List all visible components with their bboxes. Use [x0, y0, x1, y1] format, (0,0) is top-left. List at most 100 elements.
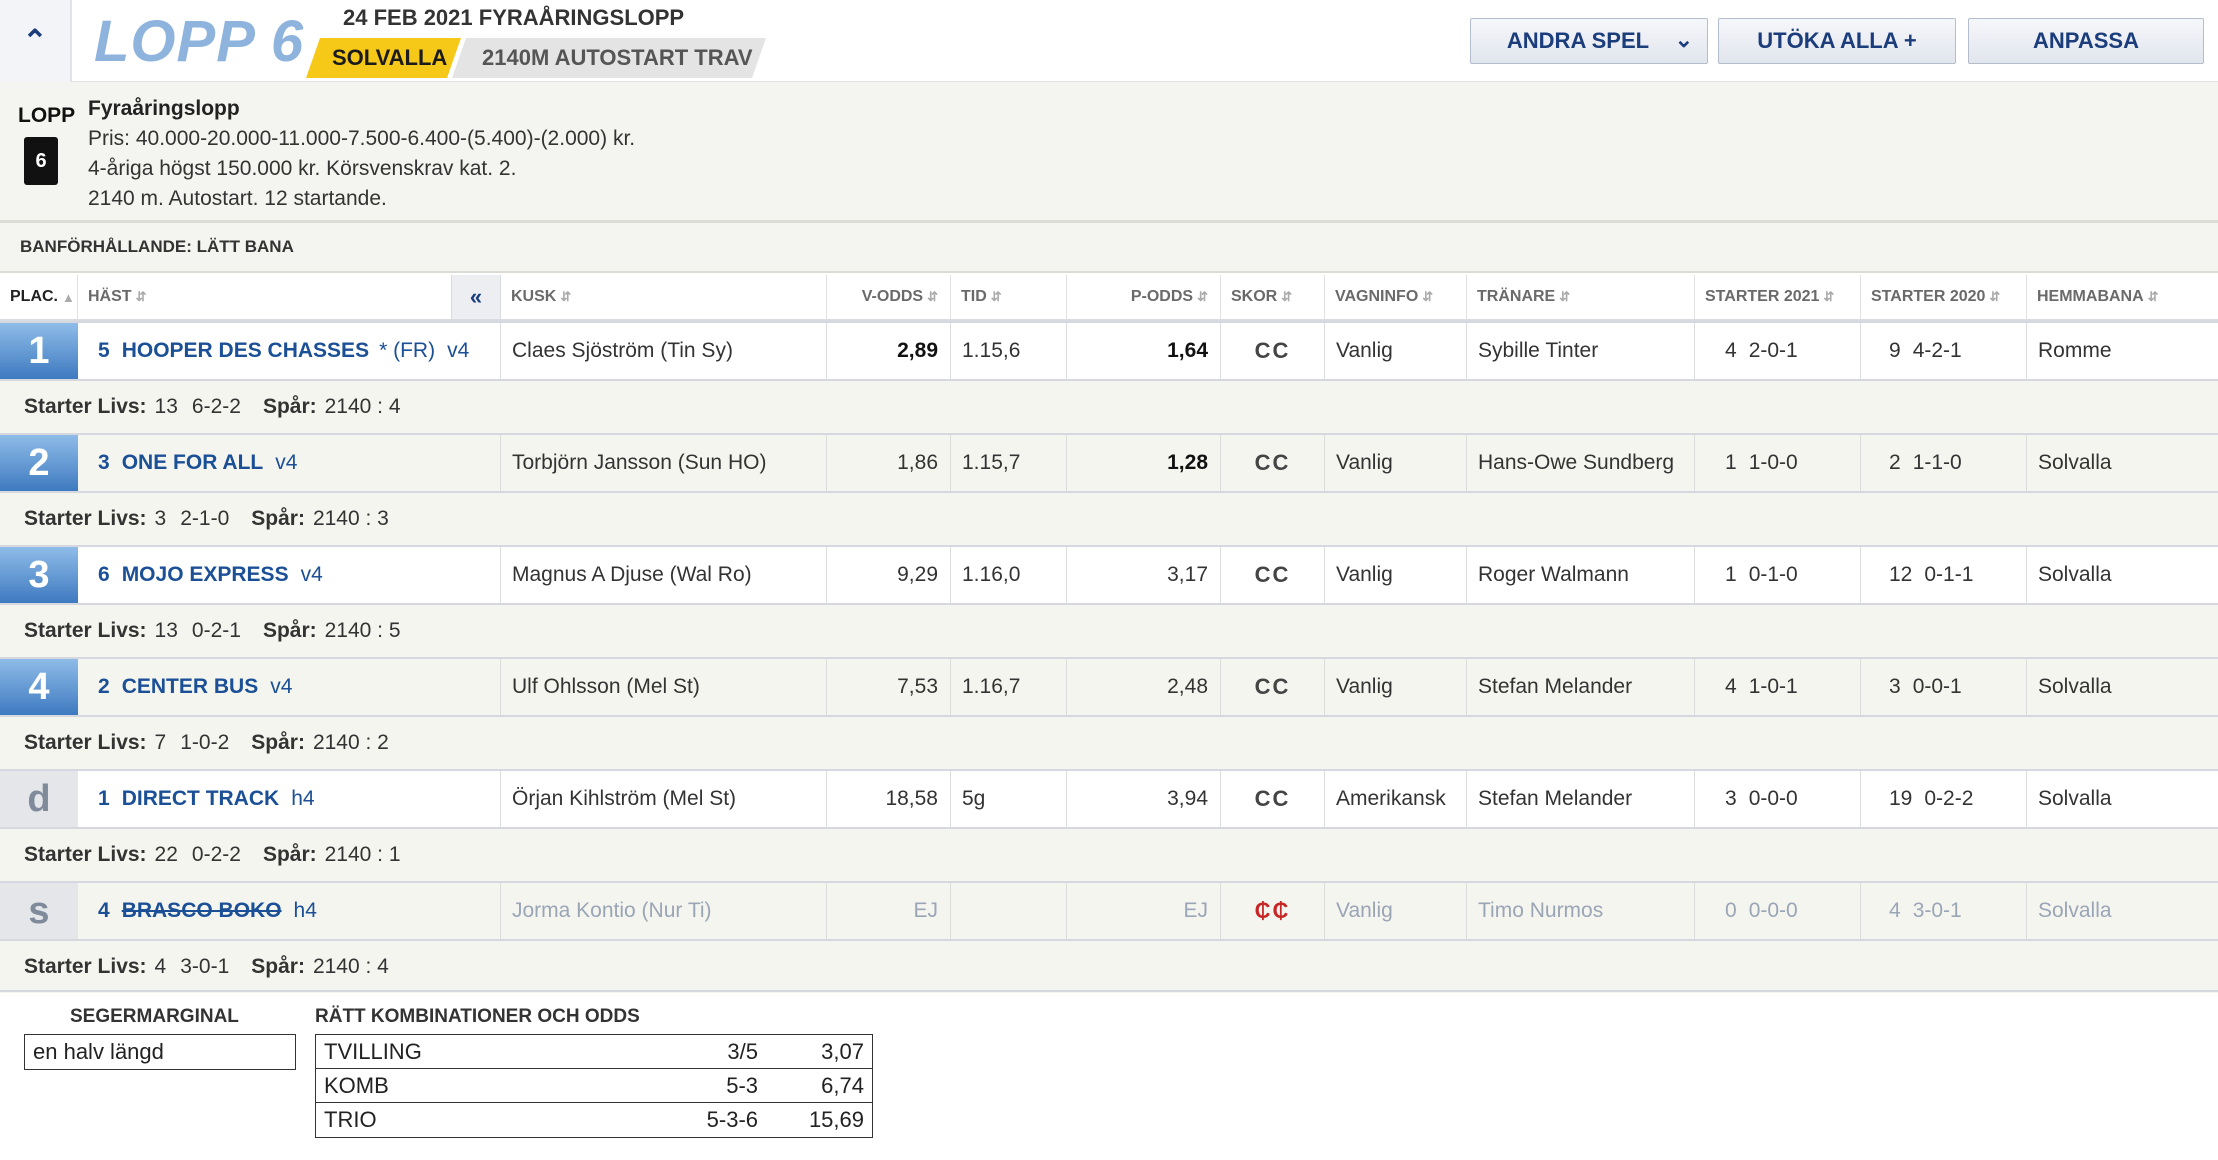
starter-livs-label: Starter Livs: [24, 955, 147, 978]
sort-icon: ⇵ [1559, 289, 1571, 304]
trainer-cell: Timo Nurmos [1467, 883, 1695, 939]
combo-row: KOMB 5-3 6,74 [316, 1069, 872, 1103]
horse-link[interactable]: 4 BRASCO BOKO h4 [78, 883, 501, 939]
col-kusk[interactable]: KUSK ⇵ [501, 275, 827, 319]
col-p-odds[interactable]: P-ODDS ⇵ [1067, 275, 1221, 319]
home-track-cell: Romme [2038, 339, 2112, 362]
sort-icon: ⇵ [1422, 289, 1434, 304]
start-number: 6 [98, 563, 110, 586]
post-position: 2140 : 4 [324, 395, 401, 418]
lifetime-starts: 22 [154, 843, 178, 866]
row-details: Starter Livs: 4 3-0-1 Spår: 2140 : 4 [0, 941, 2218, 993]
track-badge: SOLVALLA [306, 38, 461, 78]
driver-cell: Magnus A Djuse (Wal Ro) [501, 547, 827, 603]
col-tranare[interactable]: TRÄNARE ⇵ [1467, 275, 1695, 319]
col-plac[interactable]: PLAC. ▲ [0, 275, 78, 319]
table-row[interactable]: 2 3 ONE FOR ALL v4 Torbjörn Jansson (Sun HO)… [0, 433, 2218, 493]
lifetime-record: 1-0-2 [180, 731, 230, 754]
driver-cell: Torbjörn Jansson (Sun HO) [501, 435, 827, 491]
shoes-cell: CC [1221, 547, 1325, 603]
starter-livs-label: Starter Livs: [24, 731, 147, 754]
starts-2021-count: 1 [1725, 451, 1737, 474]
spacer-cell [451, 771, 501, 827]
spar-label: Spår: [262, 619, 317, 642]
race-description: Fyraåringslopp Pris: 40.000-20.000-11.00… [88, 94, 635, 214]
starts-2021-record: 0-0-0 [1748, 787, 1798, 810]
starts-2020-count: 9 [1889, 339, 1901, 362]
shoes-cell: CC [1221, 323, 1325, 379]
table-row[interactable]: 1 5 HOOPER DES CHASSES * (FR) v4 Claes Sjöstr… [0, 321, 2218, 381]
col-skor[interactable]: SKOR ⇵ [1221, 275, 1325, 319]
horse-link[interactable]: 2 CENTER BUS v4 [78, 659, 501, 715]
prize-line: Pris: 40.000-20.000-11.000-7.500-6.400-(… [88, 127, 636, 150]
race-name: 24 FEB 2021 FYRAÅRINGSLOPP [343, 5, 685, 30]
table-row[interactable]: d 1 DIRECT TRACK h4 Örjan Kihlström (Mel St)… [0, 769, 2218, 829]
combo-type: TRIO [324, 1107, 377, 1132]
v-odds-cell: 9,29 [827, 547, 951, 603]
andra-spel-button[interactable]: ANDRA SPEL ⌄ [1470, 18, 1708, 64]
sulky-cell: Vanlig [1325, 323, 1467, 379]
col-vagninfo[interactable]: VAGNINFO ⇵ [1325, 275, 1467, 319]
horse-link[interactable]: 6 MOJO EXPRESS v4 [78, 547, 501, 603]
p-odds-cell: 1,64 [1067, 323, 1221, 379]
starts-2020-count: 19 [1889, 787, 1913, 810]
horse-link[interactable]: 1 DIRECT TRACK h4 [78, 771, 501, 827]
col-starter-2021-label: STARTER 2021 [1705, 288, 1820, 305]
lifetime-starts: 3 [154, 507, 167, 530]
lifetime-record: 0-2-1 [191, 619, 241, 642]
horse-link[interactable]: 5 HOOPER DES CHASSES * (FR) v4 [78, 323, 501, 379]
placement-badge: s [0, 883, 78, 939]
col-v-odds[interactable]: V-ODDS ⇵ [827, 275, 951, 319]
post-position: 2140 : 1 [324, 843, 401, 866]
col-hemmabana[interactable]: HEMMABANA ⇵ [2027, 275, 2218, 319]
col-hemmabana-label: HEMMABANA [2037, 288, 2144, 305]
andra-spel-label: ANDRA SPEL [1506, 28, 1650, 53]
sort-icon: ▲ [62, 289, 75, 305]
spar-label: Spår: [251, 507, 305, 530]
spacer-cell [451, 435, 501, 491]
horse-link[interactable]: 3 ONE FOR ALL v4 [78, 435, 501, 491]
col-tid[interactable]: TID ⇵ [951, 275, 1067, 319]
col-starter-2020[interactable]: STARTER 2020 ⇵ [1861, 275, 2027, 319]
col-tranare-label: TRÄNARE [1477, 288, 1556, 305]
table-row[interactable]: 3 6 MOJO EXPRESS v4 Magnus A Djuse (Wal Ro) 9… [0, 545, 2218, 605]
table-row[interactable]: s 4 BRASCO BOKO h4 Jorma Kontio (Nur Ti) EJ EJ… [0, 881, 2218, 941]
starts-2020-record: 3-0-1 [1912, 899, 1962, 922]
starts-2020-record: 1-1-0 [1912, 451, 1962, 474]
collapse-columns-button[interactable]: « [451, 275, 501, 319]
combo-row: TRIO 5-3-6 15,69 [316, 1103, 872, 1137]
col-plac-label: PLAC. [10, 288, 58, 305]
utoka-alla-button[interactable]: UTÖKA ALLA + [1718, 18, 1956, 64]
lifetime-starts: 13 [154, 395, 178, 418]
starts-2021-cell: 1 1-0-0 [1695, 435, 1861, 491]
combinations-table: TVILLING 3/5 3,07 KOMB 5-3 6,74 TRIO 5-3-6 15,… [315, 1034, 873, 1138]
lifetime-record: 6-2-2 [191, 395, 241, 418]
starter-livs-label: Starter Livs: [24, 395, 147, 418]
collapse-race-button[interactable]: ⌃ [0, 0, 72, 82]
segermarginal-value: en halv längd [24, 1034, 296, 1070]
col-starter-2021[interactable]: STARTER 2021 ⇵ [1695, 275, 1861, 319]
horse-name: BRASCO BOKO [121, 899, 282, 922]
col-kusk-label: KUSK [511, 288, 557, 305]
v-odds-cell: 2,89 [827, 323, 951, 379]
results-table-header: PLAC. ▲ HÄST ⇵ « KUSK ⇵ V-ODDS ⇵ TID ⇵ P-ODDS… [0, 275, 2218, 321]
combo-type: KOMB [324, 1073, 389, 1098]
segermarginal-heading: SEGERMARGINAL [70, 1006, 239, 1027]
distance-badge: 2140M AUTOSTART TRAV [452, 38, 766, 78]
col-p-odds-label: P-ODDS [1130, 288, 1194, 305]
trainer-cell: Sybille Tinter [1467, 323, 1695, 379]
anpassa-button[interactable]: ANPASSA [1968, 18, 2204, 64]
starts-2021-record: 1-0-1 [1748, 675, 1798, 698]
starts-2020-cell: 2 1-1-0 [1861, 435, 2027, 491]
driver-cell: Claes Sjöström (Tin Sy) [501, 323, 827, 379]
col-hast[interactable]: HÄST ⇵ [78, 275, 451, 319]
placement-badge: 3 [0, 547, 78, 603]
combo-type: TVILLING [324, 1039, 422, 1064]
starts-2021-cell: 0 0-0-0 [1695, 883, 1861, 939]
row-details: Starter Livs: 13 0-2-1 Spår: 2140 : 5 [0, 605, 2218, 657]
sulky-cell: Amerikansk [1325, 771, 1467, 827]
col-tid-label: TID [961, 288, 987, 305]
start-line: 2140 m. Autostart. 12 startande. [88, 187, 387, 210]
table-row[interactable]: 4 2 CENTER BUS v4 Ulf Ohlsson (Mel St) 7,53 1.… [0, 657, 2218, 717]
starts-2021-cell: 3 0-0-0 [1695, 771, 1861, 827]
